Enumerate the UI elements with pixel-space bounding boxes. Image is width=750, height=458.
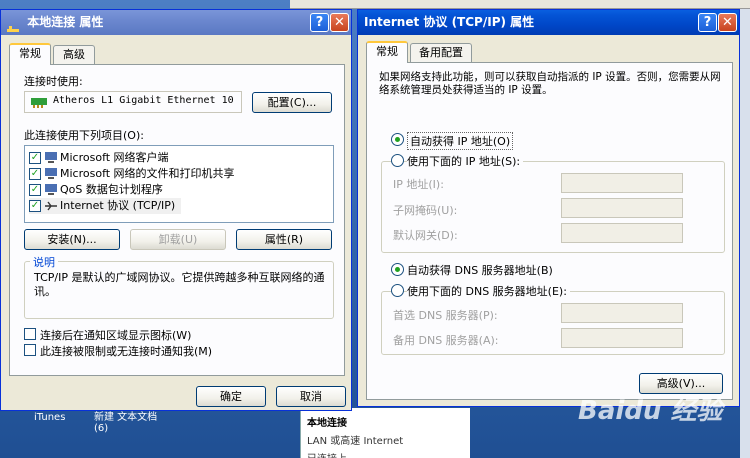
- close-button[interactable]: ✕: [718, 13, 737, 32]
- right-window-titlebar[interactable]: Internet 协议 (TCP/IP) 属性 ? ✕: [358, 10, 739, 35]
- auto-dns-label[interactable]: 自动获得 DNS 服务器地址(B): [407, 262, 553, 278]
- general-tab-panel: 连接时使用: Atheros L1 Gigabit Ethernet 10 配置…: [9, 64, 345, 376]
- install-button[interactable]: 安装(N)...: [24, 229, 120, 250]
- computer-icon: [44, 168, 58, 180]
- connection-type: LAN 或高速 Internet: [307, 436, 404, 447]
- tcpip-properties-window: Internet 协议 (TCP/IP) 属性 ? ✕ 常规 备用配置 如果网络…: [357, 9, 740, 407]
- computer-icon: [44, 184, 58, 196]
- network-card-icon: [31, 96, 47, 111]
- desktop-icon-text-document[interactable]: 新建 文本文档 (6): [94, 412, 164, 434]
- baidu-watermark: Baidu 经验: [578, 396, 723, 426]
- properties-button[interactable]: 属性(R): [236, 229, 332, 250]
- connection-status: 已连接上: [307, 450, 464, 458]
- manual-ip-radio[interactable]: [391, 154, 404, 167]
- list-item-label: Microsoft 网络客户端: [60, 151, 169, 164]
- configure-button[interactable]: 配置(C)...: [252, 92, 332, 113]
- auto-ip-radio[interactable]: [391, 133, 404, 146]
- close-button[interactable]: ✕: [330, 13, 349, 32]
- intro-text: 如果网络支持此功能，则可以获取自动指派的 IP 设置。否则，您需要从网络系统管理…: [379, 71, 721, 96]
- left-window-title: 本地连接 属性: [27, 15, 104, 29]
- tab-general[interactable]: 常规: [9, 43, 51, 65]
- adapter-name: Atheros L1 Gigabit Ethernet 10: [53, 95, 234, 106]
- computer-icon: [44, 152, 58, 164]
- connect-using-label: 连接时使用:: [24, 75, 83, 88]
- default-gateway-label: 默认网关(D):: [393, 229, 458, 242]
- help-button[interactable]: ?: [698, 13, 717, 32]
- background-window-edge: [740, 9, 750, 458]
- components-list[interactable]: ✓ Microsoft 网络客户端 ✓ Microsoft 网络的文件和打印机共享 …: [24, 145, 334, 223]
- connection-info-panel: 本地连接 LAN 或高速 Internet 已连接上: [300, 408, 470, 458]
- notify-limited-label[interactable]: 此连接被限制或无连接时通知我(M): [40, 343, 212, 359]
- list-item-selected[interactable]: ✓ Internet 协议 (TCP/IP): [29, 198, 182, 214]
- ip-address-input[interactable]: [561, 173, 683, 193]
- list-item-label: Internet 协议 (TCP/IP): [60, 199, 176, 212]
- subnet-mask-label: 子网掩码(U):: [393, 204, 458, 217]
- default-gateway-input[interactable]: [561, 223, 683, 243]
- notify-icon-checkbox[interactable]: [24, 328, 36, 340]
- left-window-titlebar[interactable]: 本地连接 属性 ? ✕: [1, 10, 351, 35]
- auto-dns-radio[interactable]: [391, 263, 404, 276]
- alternate-dns-label: 备用 DNS 服务器(A):: [393, 334, 499, 347]
- tab-general[interactable]: 常规: [366, 41, 408, 63]
- manual-ip-label[interactable]: 使用下面的 IP 地址(S):: [407, 153, 524, 169]
- checkbox-checked[interactable]: ✓: [29, 168, 41, 180]
- ip-address-label: IP 地址(I):: [393, 178, 444, 191]
- checkbox-checked[interactable]: ✓: [29, 152, 41, 164]
- ok-button[interactable]: 确定: [196, 386, 266, 407]
- list-item-label: QoS 数据包计划程序: [60, 183, 163, 196]
- list-item[interactable]: ✓ QoS 数据包计划程序: [29, 182, 163, 198]
- connection-name: 本地连接: [307, 418, 347, 429]
- adapter-field: Atheros L1 Gigabit Ethernet 10: [24, 91, 242, 113]
- cancel-button[interactable]: 取消: [276, 386, 346, 407]
- manual-dns-label[interactable]: 使用下面的 DNS 服务器地址(E):: [407, 283, 570, 299]
- list-item[interactable]: ✓ Microsoft 网络的文件和打印机共享: [29, 166, 235, 182]
- notify-limited-checkbox[interactable]: [24, 344, 36, 356]
- preferred-dns-label: 首选 DNS 服务器(P):: [393, 309, 498, 322]
- uninstall-button[interactable]: 卸载(U): [130, 229, 226, 250]
- tcpip-general-panel: 如果网络支持此功能，则可以获取自动指派的 IP 设置。否则，您需要从网络系统管理…: [366, 62, 733, 400]
- description-title: 说明: [30, 254, 58, 270]
- right-window-title: Internet 协议 (TCP/IP) 属性: [364, 15, 535, 29]
- items-label: 此连接使用下列项目(O):: [24, 129, 144, 142]
- list-item[interactable]: ✓ Microsoft 网络客户端: [29, 150, 169, 166]
- auto-ip-label[interactable]: 自动获得 IP 地址(O): [407, 132, 514, 150]
- checkbox-checked[interactable]: ✓: [29, 184, 41, 196]
- desktop-icon-itunes[interactable]: iTunes: [34, 412, 65, 423]
- background-window-strip: [290, 0, 750, 9]
- list-item-label: Microsoft 网络的文件和打印机共享: [60, 167, 235, 180]
- network-protocol-icon: [44, 200, 58, 212]
- local-connection-properties-window: 本地连接 属性 ? ✕ 常规 高级 连接时使用: Atheros L1 Giga…: [0, 9, 352, 411]
- checkbox-checked[interactable]: ✓: [29, 200, 41, 212]
- subnet-mask-input[interactable]: [561, 198, 683, 218]
- preferred-dns-input[interactable]: [561, 303, 683, 323]
- help-button[interactable]: ?: [310, 13, 329, 32]
- desktop-icons: iTunes 新建 文本文档 (6): [0, 408, 300, 458]
- network-connection-icon: [7, 18, 19, 32]
- manual-dns-radio[interactable]: [391, 284, 404, 297]
- notify-icon-label[interactable]: 连接后在通知区域显示图标(W): [40, 327, 191, 343]
- tab-alternate-config[interactable]: 备用配置: [410, 43, 472, 63]
- description-text: TCP/IP 是默认的广域网协议。它提供跨越多种互联网络的通讯。: [34, 271, 325, 298]
- alternate-dns-input[interactable]: [561, 328, 683, 348]
- tab-advanced[interactable]: 高级: [53, 45, 95, 65]
